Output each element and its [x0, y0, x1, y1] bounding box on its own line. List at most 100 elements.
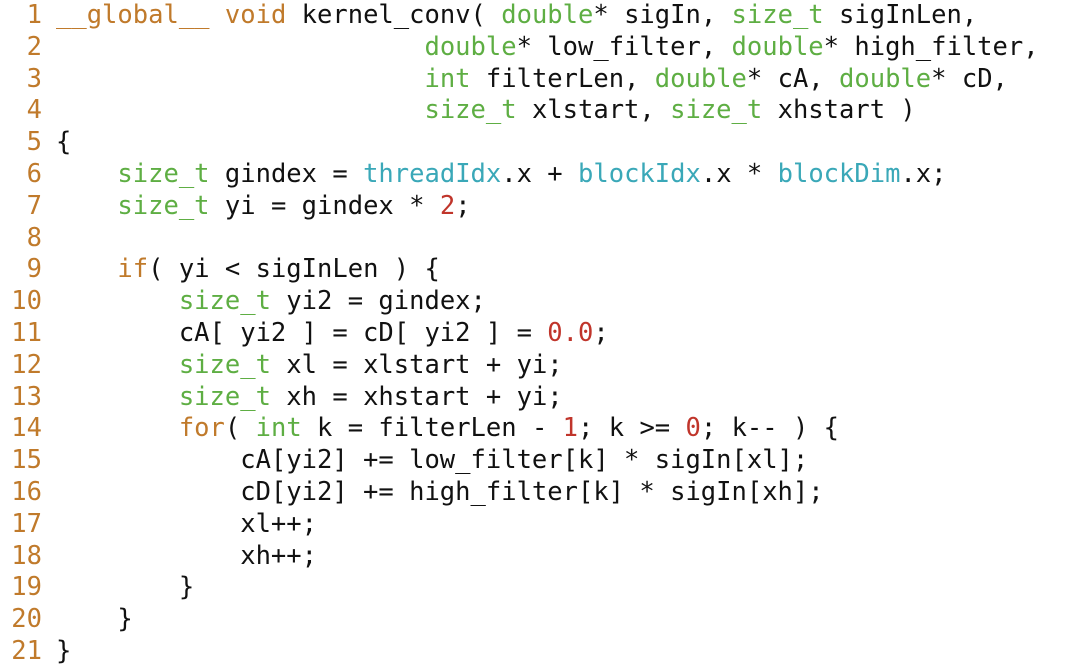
code-text: size_t xl = xlstart + yi; — [56, 350, 563, 382]
code-line[interactable]: 1 __global__ void kernel_conv( double* si… — [0, 0, 1088, 32]
code-text: __global__ void kernel_conv( double* sig… — [56, 0, 977, 32]
code-token: 2 — [439, 190, 456, 221]
code-token: * low_filter, — [516, 31, 732, 62]
code-line[interactable]: 14 for( int k = filterLen - 1; k >= 0; k… — [0, 413, 1088, 445]
code-token: * cA, — [746, 63, 840, 94]
code-token: int — [255, 413, 302, 444]
code-token: xl = xlstart + yi; — [270, 349, 563, 380]
code-text: cD[yi2] += high_filter[k] * sigIn[xh]; — [56, 476, 824, 509]
code-token: size_t — [178, 349, 271, 380]
line-number: 7 — [26, 190, 42, 221]
code-token: filterLen, — [470, 63, 655, 94]
code-token: double — [731, 31, 824, 62]
code-line[interactable]: 13 size_t xh = xhstart + yi; — [0, 382, 1088, 414]
code-token: 1 — [562, 413, 579, 444]
code-token: for — [178, 413, 225, 444]
line-number: 1 — [26, 0, 42, 30]
code-line[interactable]: 18 xh++; — [0, 541, 1088, 573]
code-token: ( — [224, 413, 256, 444]
code-text: size_t yi2 = gindex; — [56, 286, 486, 318]
code-line[interactable]: 10 size_t yi2 = gindex; — [0, 286, 1088, 318]
code-line[interactable]: 5{ — [0, 127, 1088, 159]
code-text: size_t xh = xhstart + yi; — [56, 382, 563, 414]
code-line[interactable]: 19 } — [0, 572, 1088, 604]
code-token: xl++; — [56, 508, 317, 539]
code-token: } — [56, 572, 195, 603]
line-number: 19 — [11, 572, 42, 603]
code-token: if — [117, 254, 149, 285]
code-token: * cD, — [931, 63, 1008, 94]
code-token: k = filterLen - — [301, 413, 563, 444]
code-token: xhstart ) — [762, 95, 916, 126]
code-token: * sigIn, — [593, 0, 732, 30]
code-line[interactable]: 3 int filterLen, double* cA, double* cD, — [0, 64, 1088, 96]
code-text: int filterLen, double* cA, double* cD, — [56, 63, 1008, 96]
line-number: 6 — [26, 158, 42, 189]
code-line[interactable]: 16 cD[yi2] += high_filter[k] * sigIn[xh]… — [0, 477, 1088, 509]
code-line[interactable]: 17 xl++; — [0, 509, 1088, 541]
code-token: blockIdx — [578, 158, 701, 189]
line-number: 14 — [11, 413, 42, 444]
code-token: xh++; — [56, 540, 317, 571]
code-text: double* low_filter, double* high_filter, — [56, 31, 1038, 64]
code-editor[interactable]: 1 __global__ void kernel_conv( double* si… — [0, 0, 1088, 668]
code-line[interactable]: 8 — [0, 223, 1088, 255]
line-number: 11 — [11, 317, 42, 348]
code-token: } — [56, 635, 72, 666]
code-token: kernel_conv( — [286, 0, 502, 30]
code-token: cA[ yi2 ] = cD[ yi2 ] = — [56, 317, 548, 348]
code-token: cD[yi2] += high_filter[k] * sigIn[xh]; — [56, 476, 824, 507]
code-text: if( yi < sigInLen ) { — [56, 254, 439, 286]
line-number: 12 — [11, 349, 42, 380]
code-token: sigInLen, — [823, 0, 978, 30]
code-token: .x; — [900, 158, 947, 189]
code-token: size_t — [731, 0, 824, 30]
code-token: ; k-- ) { — [700, 413, 840, 444]
line-number: 17 — [11, 508, 42, 539]
code-token: double — [654, 63, 747, 94]
code-line[interactable]: 6 size_t gindex = threadIdx.x + blockIdx… — [0, 159, 1088, 191]
code-line[interactable]: 2 double* low_filter, double* high_filte… — [0, 32, 1088, 64]
code-token: .x + — [501, 158, 579, 189]
code-token: size_t — [178, 381, 271, 412]
code-token: .x * — [700, 158, 778, 189]
code-token: int — [424, 63, 471, 94]
line-number: 13 — [11, 381, 42, 412]
code-token: { — [56, 127, 72, 158]
code-line[interactable]: 4 size_t xlstart, size_t xhstart ) — [0, 95, 1088, 127]
code-line[interactable]: 9 if( yi < sigInLen ) { — [0, 254, 1088, 286]
line-number: 21 — [11, 635, 42, 666]
code-token: 0 — [685, 413, 701, 444]
code-token: double — [839, 63, 932, 94]
code-line[interactable]: 20 } — [0, 604, 1088, 636]
line-number: 16 — [11, 476, 42, 507]
code-token: size_t — [424, 95, 517, 126]
code-line[interactable]: 11 cA[ yi2 ] = cD[ yi2 ] = 0.0; — [0, 318, 1088, 350]
code-line[interactable]: 15 cA[yi2] += low_filter[k] * sigIn[xl]; — [0, 445, 1088, 477]
code-token: blockDim — [777, 158, 901, 189]
code-text: size_t xlstart, size_t xhstart ) — [56, 95, 916, 127]
code-token: ; k >= — [578, 413, 686, 444]
code-token: size_t — [178, 286, 271, 317]
line-number: 10 — [11, 286, 42, 317]
code-token: void — [224, 0, 287, 30]
line-number: 15 — [11, 445, 42, 476]
code-token: 0.0 — [547, 317, 594, 348]
code-line[interactable]: 7 size_t yi = gindex * 2; — [0, 191, 1088, 223]
code-line[interactable]: 12 size_t xl = xlstart + yi; — [0, 350, 1088, 382]
code-text: } — [56, 572, 194, 604]
code-token: yi2 = gindex; — [270, 286, 486, 317]
code-token: double — [501, 0, 594, 30]
code-token: threadIdx — [363, 158, 502, 189]
code-line[interactable]: 21} — [0, 636, 1088, 668]
